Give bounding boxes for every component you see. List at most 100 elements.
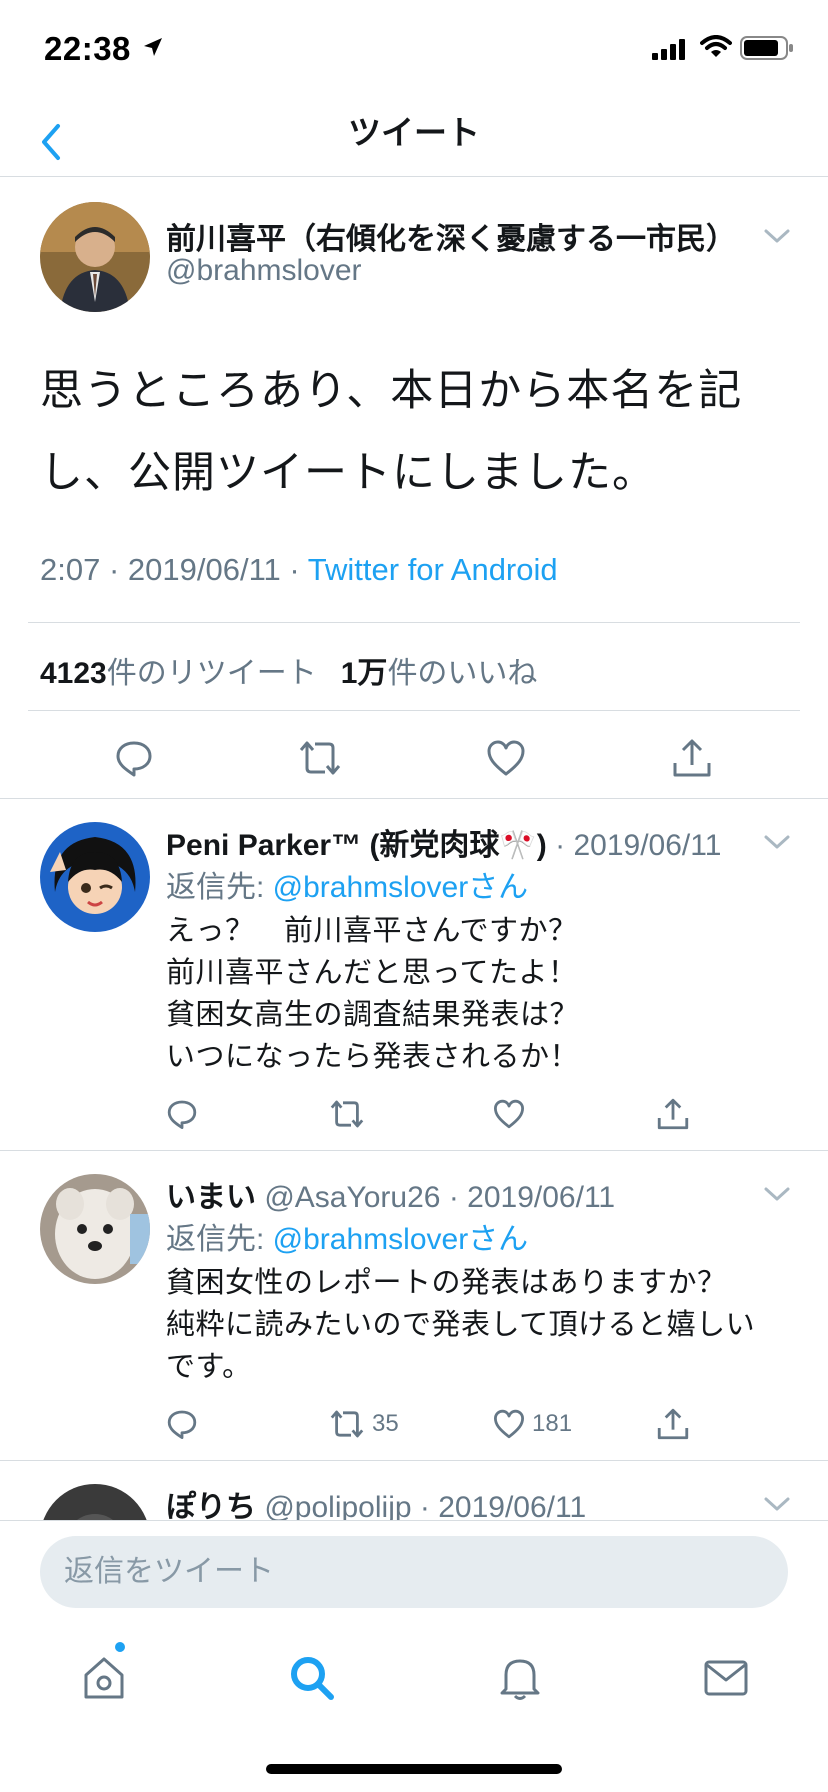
author-name[interactable]: 前川喜平（右傾化を深く憂慮する一市民） [166, 214, 736, 258]
reply-author-handle[interactable]: @polipolijp [264, 1491, 411, 1520]
retweet-button[interactable] [290, 730, 350, 786]
avatar[interactable] [40, 202, 150, 312]
reply-text-line: です。 [166, 1351, 252, 1383]
signal-icon [652, 38, 688, 60]
retweets-stat[interactable]: 4123件のリツイート [40, 657, 317, 690]
share-button[interactable] [656, 1092, 690, 1136]
reply-text-line: 純粋に読みたいので発表して頂けると嬉しい [166, 1309, 756, 1341]
tab-messages[interactable] [696, 1648, 756, 1708]
like-button[interactable] [492, 1092, 532, 1136]
avatar[interactable] [40, 1174, 150, 1284]
reply-author-name[interactable]: ぽりち [166, 1491, 256, 1520]
tweet-stats: 4123件のリツイート 1万件のいいね [40, 648, 537, 692]
like-label: 件のいいね [387, 657, 538, 690]
caret-down-icon[interactable] [762, 1184, 792, 1204]
reply-text-line: いつになったら発表されるか！ [166, 1041, 580, 1073]
reply-author-name[interactable]: Peni Parker™ (新党肉球🎌) [166, 829, 547, 862]
reply-button[interactable] [166, 1402, 198, 1446]
tab-search[interactable] [282, 1648, 342, 1708]
retweet-count: 35 [372, 1410, 399, 1437]
reply-header: ぽりち @polipolijp · 2019/06/11 [166, 1482, 586, 1520]
author-handle[interactable]: @brahmslover [166, 254, 362, 288]
like-count: 181 [532, 1410, 573, 1437]
reply-text-line: 前川喜平さんだと思ってたよ！ [166, 957, 578, 989]
avatar[interactable] [40, 822, 150, 932]
avatar[interactable] [40, 1484, 150, 1520]
reply-input[interactable] [40, 1536, 788, 1608]
reply-to-handle[interactable]: @brahmsloverさん [273, 1223, 529, 1256]
search-icon [291, 1657, 334, 1700]
likes-stat[interactable]: 1万件のいいね [341, 657, 538, 690]
divider [0, 1150, 828, 1151]
reply-icon [167, 1410, 197, 1439]
tweet-time: 2:07 [40, 552, 101, 587]
share-icon [657, 1098, 689, 1130]
composer-divider [0, 1520, 828, 1521]
like-icon [487, 740, 525, 776]
tweet-source-link[interactable]: Twitter for Android [308, 552, 558, 587]
retweet-icon [330, 1410, 364, 1438]
retweet-count: 4123 [40, 657, 107, 690]
share-icon [673, 739, 711, 777]
reply-icon [116, 741, 152, 777]
divider [28, 710, 800, 711]
reply-tweet[interactable]: ぽりち @polipolijp · 2019/06/11 [0, 1462, 828, 1520]
reply-to: 返信先: @brahmsloverさん [166, 1214, 528, 1258]
mail-icon [704, 1660, 748, 1696]
retweet-button[interactable]: 35 [328, 1402, 399, 1446]
caret-down-icon[interactable] [762, 226, 792, 246]
reply-text-line: えっ？ 前川喜平さんですか？ [166, 915, 578, 947]
reply-header: いまい @AsaYoru26 · 2019/06/11 [166, 1172, 615, 1216]
page-title: ツイート [348, 114, 480, 151]
share-icon [657, 1408, 689, 1440]
tweet-date: 2019/06/11 [127, 552, 281, 587]
like-button[interactable] [476, 730, 536, 786]
nav-divider [0, 176, 828, 177]
reply-text-line: 貧困女性のレポートの発表はありますか？ [166, 1267, 727, 1299]
divider [0, 798, 828, 799]
reply-author-name[interactable]: いまい [166, 1181, 256, 1214]
tweet-text: 思うところあり、本日から本名を記し、公開ツイートにしました。 [40, 367, 743, 497]
reply-actions [150, 1092, 750, 1136]
reply-author-handle[interactable]: @AsaYoru26 [264, 1181, 440, 1214]
separator: · [419, 1491, 430, 1520]
wifi-icon [700, 35, 732, 59]
status-time: 22:38 [44, 30, 131, 67]
separator: · [289, 552, 300, 587]
reply-to-label: 返信先: [166, 1223, 273, 1256]
like-icon [494, 1099, 524, 1129]
reply-button[interactable] [166, 1092, 198, 1136]
tab-home[interactable] [74, 1648, 134, 1708]
tab-notifications[interactable] [490, 1648, 550, 1708]
divider [28, 622, 800, 623]
tweet-meta: 2:07 · 2019/06/11 · Twitter for Android [40, 552, 558, 588]
share-button[interactable] [656, 1402, 690, 1446]
reply-to: 返信先: @brahmsloverさん [166, 862, 528, 906]
retweet-icon [299, 741, 341, 775]
like-count: 1万 [340, 657, 388, 690]
reply-date: 2019/06/11 [438, 1491, 587, 1520]
retweet-label: 件のリツイート [106, 657, 317, 690]
reply-button[interactable] [104, 730, 164, 786]
battery-icon [740, 36, 794, 60]
home-icon [84, 1657, 124, 1699]
separator: · [555, 829, 566, 862]
reply-actions: 35 181 [150, 1402, 750, 1446]
separator: · [448, 1181, 459, 1214]
reply-date: 2019/06/11 [467, 1181, 616, 1214]
like-button[interactable]: 181 [492, 1402, 572, 1446]
share-button[interactable] [662, 730, 722, 786]
location-arrow-icon [142, 36, 164, 58]
retweet-button[interactable] [328, 1092, 372, 1136]
like-icon [494, 1409, 524, 1439]
tweet-actions [0, 730, 828, 786]
reply-text-line: 貧困女高生の調査結果発表は？ [166, 999, 580, 1031]
bell-icon [500, 1659, 540, 1700]
reply-to-handle[interactable]: @brahmsloverさん [273, 871, 529, 904]
caret-down-icon[interactable] [762, 1494, 792, 1514]
home-indicator[interactable] [266, 1764, 562, 1774]
separator: · [108, 552, 120, 587]
reply-date: 2019/06/11 [573, 829, 722, 862]
reply-header: Peni Parker™ (新党肉球🎌) · 2019/06/11 [166, 820, 721, 864]
caret-down-icon[interactable] [762, 832, 792, 852]
